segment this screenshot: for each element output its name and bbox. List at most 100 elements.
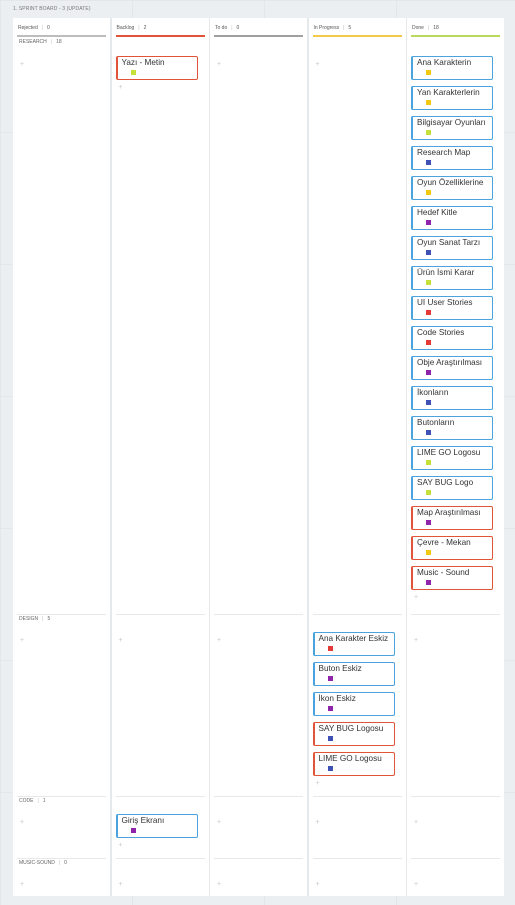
- swimlane-count: 1: [42, 798, 46, 804]
- card-title: İkonların: [417, 388, 449, 397]
- task-card[interactable]: LIME GO Logosu: [411, 446, 493, 470]
- task-card[interactable]: Ana Karakter Eskiz: [312, 632, 395, 656]
- add-card-button[interactable]: +: [119, 84, 123, 91]
- swimlane-divider: [312, 614, 402, 615]
- add-card-button[interactable]: +: [217, 637, 221, 644]
- card-title: Music - Sound: [417, 568, 470, 577]
- add-card-button[interactable]: +: [316, 881, 320, 888]
- card-tag-lime: [426, 490, 431, 495]
- column-count: 0: [236, 25, 240, 31]
- task-card[interactable]: SAY BUG Logo: [411, 476, 493, 500]
- add-card-button[interactable]: +: [217, 881, 221, 888]
- column-name: In Progress: [313, 25, 340, 31]
- add-card-button[interactable]: +: [217, 819, 221, 826]
- task-card[interactable]: Hedef Kitle: [411, 206, 493, 230]
- column-header[interactable]: Backlog | 2: [117, 25, 147, 31]
- swimlane-separator: |: [50, 39, 53, 45]
- swimlane-divider: [17, 796, 106, 797]
- card-title: SAY BUG Logosu: [318, 724, 384, 733]
- card-title: LIME GO Logosu: [417, 448, 481, 457]
- card-title: Ürün İsmi Karar: [417, 268, 475, 277]
- task-card[interactable]: İkon Eskiz: [312, 692, 395, 716]
- add-card-button[interactable]: +: [119, 637, 123, 644]
- card-tag-blue: [426, 430, 431, 435]
- card-title: Map Araştırılması: [417, 508, 481, 517]
- swimlane-count: 18: [56, 39, 62, 45]
- add-card-button[interactable]: +: [414, 819, 418, 826]
- card-title: Ana Karakterin: [417, 58, 472, 67]
- task-card[interactable]: Code Stories: [411, 326, 493, 350]
- add-card-button[interactable]: +: [20, 819, 24, 826]
- task-card[interactable]: SAY BUG Logosu: [312, 722, 395, 746]
- column-header[interactable]: Done | 18: [412, 25, 439, 31]
- task-card[interactable]: Giriş Ekranı: [115, 814, 198, 838]
- card-title: LIME GO Logosu: [318, 754, 382, 763]
- card-title: SAY BUG Logo: [417, 478, 474, 487]
- add-card-button[interactable]: +: [20, 61, 24, 68]
- add-card-button[interactable]: +: [119, 881, 123, 888]
- card-title: Code Stories: [417, 328, 465, 337]
- task-card[interactable]: LIME GO Logosu: [312, 752, 395, 776]
- swimlane-separator: |: [58, 860, 61, 866]
- swimlane-separator: |: [42, 616, 44, 622]
- swimlane-divider: [312, 858, 402, 859]
- sprint-board: Rejected | 0 RESEARCH | 18 DESIGN | 5 CODE | 1 MUSIC…: [13, 18, 504, 896]
- swimlane-name: RESEARCH: [19, 39, 47, 45]
- swimlane-divider: [17, 858, 106, 859]
- task-card[interactable]: Music - Sound: [411, 566, 493, 590]
- card-title: UI User Stories: [417, 298, 473, 307]
- card-title: Hedef Kitle: [417, 208, 458, 217]
- card-tag-lime: [130, 70, 136, 75]
- add-card-button[interactable]: +: [119, 842, 123, 849]
- card-tag-blue: [327, 736, 333, 741]
- task-card[interactable]: Butonların: [411, 416, 493, 440]
- column-header[interactable]: To do | 0: [215, 25, 239, 31]
- task-card[interactable]: Obje Araştırılması: [411, 356, 493, 380]
- add-card-button[interactable]: +: [217, 61, 221, 68]
- swimlane-divider: [411, 796, 500, 797]
- column-header-separator: |: [427, 25, 430, 31]
- card-tag-lime: [426, 460, 431, 465]
- swimlane-code[interactable]: CODE | 1: [19, 798, 46, 804]
- card-tag-yellow: [426, 100, 431, 105]
- task-card[interactable]: Map Araştırılması: [411, 506, 493, 530]
- task-card[interactable]: Yan Karakterlerin: [411, 86, 493, 110]
- task-card[interactable]: Yazı - Metin: [115, 56, 198, 80]
- swimlane-music-sound[interactable]: MUSIC-SOUND | 0: [19, 860, 67, 866]
- add-card-button[interactable]: +: [414, 594, 418, 601]
- task-card[interactable]: Research Map: [411, 146, 493, 170]
- column-header-separator: |: [343, 25, 345, 31]
- swimlane-design[interactable]: DESIGN | 5: [19, 616, 50, 622]
- swimlane-divider: [214, 858, 303, 859]
- swimlane-research[interactable]: RESEARCH | 18: [19, 39, 62, 45]
- column-count: 5: [348, 25, 352, 31]
- column-header[interactable]: In Progress | 5: [314, 25, 352, 31]
- add-card-button[interactable]: +: [316, 819, 320, 826]
- task-card[interactable]: Oyun Özelliklerine: [411, 176, 493, 200]
- task-card[interactable]: Bilgisayar Oyunları: [411, 116, 493, 140]
- task-card[interactable]: Buton Eskiz: [312, 662, 395, 686]
- card-title: Oyun Özelliklerine: [417, 178, 484, 187]
- add-card-button[interactable]: +: [316, 61, 320, 68]
- task-card[interactable]: Oyun Sanat Tarzı: [411, 236, 493, 260]
- card-title: Obje Araştırılması: [417, 358, 483, 367]
- add-card-button[interactable]: +: [20, 881, 24, 888]
- swimlane-divider: [115, 858, 205, 859]
- task-card[interactable]: Ana Karakterin: [411, 56, 493, 80]
- card-tag-red: [426, 340, 431, 345]
- add-card-button[interactable]: +: [414, 637, 418, 644]
- task-card[interactable]: İkonların: [411, 386, 493, 410]
- add-card-button[interactable]: +: [316, 780, 320, 787]
- column-name: Rejected: [18, 25, 38, 31]
- column-header-separator: |: [138, 25, 140, 31]
- column-header[interactable]: Rejected | 0: [18, 25, 50, 31]
- card-title: Yan Karakterlerin: [417, 88, 480, 97]
- task-card[interactable]: Çevre - Mekan: [411, 536, 493, 560]
- column-header-separator: |: [231, 25, 233, 31]
- add-card-button[interactable]: +: [20, 637, 24, 644]
- card-tag-blue: [426, 400, 431, 405]
- add-card-button[interactable]: +: [414, 881, 418, 888]
- task-card[interactable]: Ürün İsmi Karar: [411, 266, 493, 290]
- task-card[interactable]: UI User Stories: [411, 296, 493, 320]
- card-tag-yellow: [426, 190, 431, 195]
